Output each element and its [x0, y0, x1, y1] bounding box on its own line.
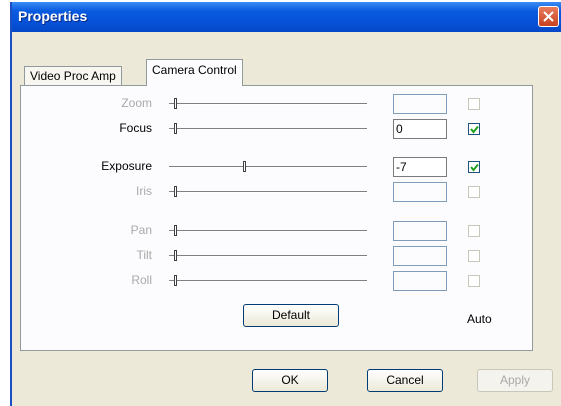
- checkmark-icon: [470, 163, 479, 172]
- tab-camera-control[interactable]: Camera Control: [146, 59, 243, 86]
- tilt-row: Tilt: [21, 246, 532, 266]
- zoom-auto-checkbox[interactable]: [468, 98, 480, 110]
- title-bar[interactable]: Properties: [12, 2, 561, 32]
- focus-auto-checkbox[interactable]: [468, 123, 480, 135]
- pan-value-field[interactable]: [393, 221, 447, 241]
- tilt-value-field[interactable]: [393, 246, 447, 266]
- tilt-label: Tilt: [136, 248, 152, 262]
- iris-value-field[interactable]: [393, 182, 447, 202]
- tilt-slider-thumb[interactable]: [174, 250, 177, 261]
- exposure-slider[interactable]: [169, 161, 367, 172]
- close-button[interactable]: [538, 6, 559, 27]
- roll-value-field[interactable]: [393, 271, 447, 291]
- iris-slider-thumb[interactable]: [174, 186, 177, 197]
- exposure-value-field[interactable]: -7: [393, 157, 447, 177]
- iris-auto-checkbox[interactable]: [468, 186, 480, 198]
- roll-slider[interactable]: [169, 275, 367, 286]
- zoom-slider[interactable]: [169, 98, 367, 109]
- window-title: Properties: [18, 8, 88, 24]
- camera-control-panel: Zoom Focus 0 Exposure -7 Iris Pan Tilt R…: [20, 85, 533, 351]
- cancel-button[interactable]: Cancel: [367, 369, 443, 392]
- roll-slider-thumb[interactable]: [174, 275, 177, 286]
- roll-row: Roll: [21, 271, 532, 291]
- focus-slider-thumb[interactable]: [174, 123, 177, 134]
- tab-video-proc-amp[interactable]: Video Proc Amp: [24, 66, 122, 86]
- pan-slider[interactable]: [169, 225, 367, 236]
- iris-label: Iris: [136, 184, 152, 198]
- auto-label: Auto: [467, 312, 492, 326]
- default-button[interactable]: Default: [243, 304, 339, 327]
- iris-row: Iris: [21, 182, 532, 202]
- exposure-auto-checkbox[interactable]: [468, 161, 480, 173]
- pan-slider-thumb[interactable]: [174, 225, 177, 236]
- zoom-label: Zoom: [121, 96, 152, 110]
- tilt-slider[interactable]: [169, 250, 367, 261]
- zoom-row: Zoom: [21, 94, 532, 114]
- roll-label: Roll: [131, 273, 152, 287]
- apply-button[interactable]: Apply: [477, 369, 553, 392]
- ok-button[interactable]: OK: [252, 369, 328, 392]
- focus-slider[interactable]: [169, 123, 367, 134]
- roll-auto-checkbox[interactable]: [468, 275, 480, 287]
- pan-auto-checkbox[interactable]: [468, 225, 480, 237]
- tilt-auto-checkbox[interactable]: [468, 250, 480, 262]
- exposure-row: Exposure -7: [21, 157, 532, 177]
- focus-label: Focus: [119, 121, 152, 135]
- checkmark-icon: [470, 125, 479, 134]
- properties-dialog: Properties Video Proc Amp Camera Control…: [10, 2, 561, 406]
- exposure-slider-thumb[interactable]: [243, 161, 246, 172]
- iris-slider[interactable]: [169, 186, 367, 197]
- zoom-value-field[interactable]: [393, 94, 447, 114]
- zoom-slider-thumb[interactable]: [174, 98, 177, 109]
- focus-row: Focus 0: [21, 119, 532, 139]
- pan-row: Pan: [21, 221, 532, 241]
- pan-label: Pan: [130, 223, 152, 237]
- exposure-label: Exposure: [101, 159, 152, 173]
- focus-value-field[interactable]: 0: [393, 119, 447, 139]
- close-icon: [543, 11, 554, 22]
